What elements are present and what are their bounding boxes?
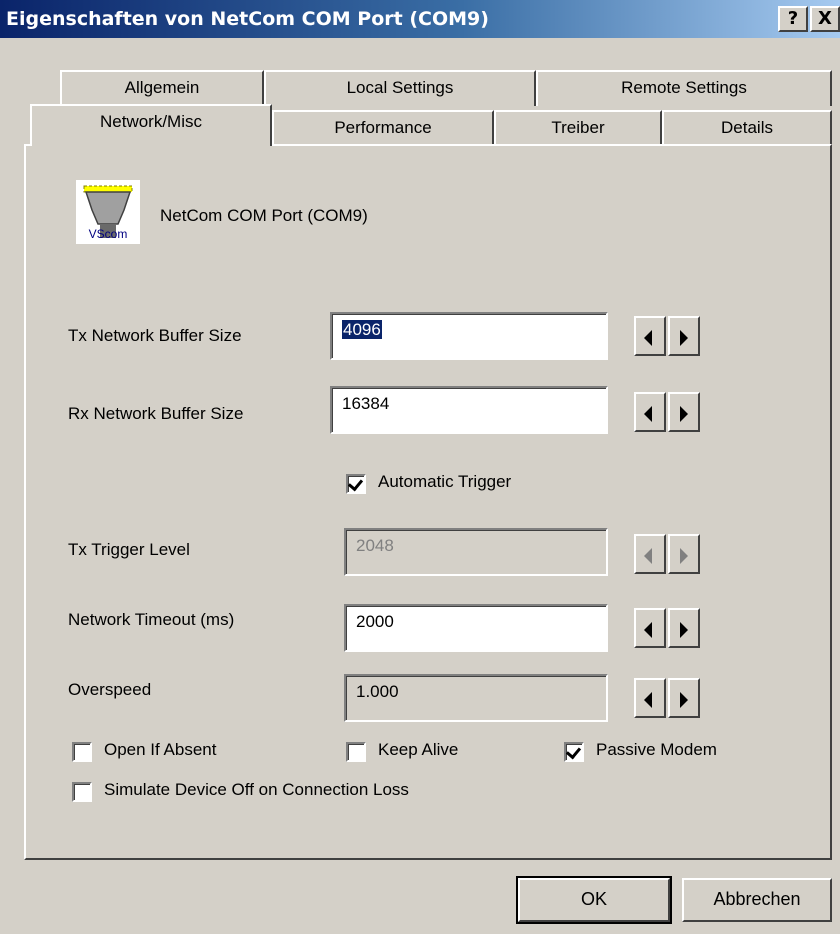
timeout-decrement[interactable] [634,608,666,648]
rx-buffer-decrement[interactable] [634,392,666,432]
tab-panel: VScom NetCom COM Port (COM9) Tx Network … [24,144,832,860]
overspeed-increment[interactable] [668,678,700,718]
open-if-absent-checkbox[interactable] [72,742,92,762]
arrow-right-icon [680,330,688,346]
checkmark-icon [347,475,364,492]
tx-trigger-decrement[interactable] [634,534,666,574]
tab-performance[interactable]: Performance [272,110,494,146]
tx-buffer-input[interactable]: 4096 [330,312,608,360]
arrow-left-icon [644,406,652,422]
arrow-right-icon [680,692,688,708]
tab-network-misc[interactable]: Network/Misc [30,104,272,146]
simulate-device-off-label: Simulate Device Off on Connection Loss [104,780,409,799]
arrow-right-icon [680,406,688,422]
tab-allgemein[interactable]: Allgemein [60,70,264,106]
tx-trigger-increment[interactable] [668,534,700,574]
help-button[interactable]: ? [778,6,808,32]
tab-treiber[interactable]: Treiber [494,110,662,146]
passive-modem-label: Passive Modem [596,740,717,759]
tx-trigger-input[interactable]: 2048 [344,528,608,576]
tab-remote-settings[interactable]: Remote Settings [536,70,832,106]
keep-alive-label: Keep Alive [378,740,459,759]
device-name: NetCom COM Port (COM9) [160,206,368,225]
window-title: Eigenschaften von NetCom COM Port (COM9) [6,8,489,30]
vscom-device-icon: VScom [76,180,140,244]
rx-buffer-label: Rx Network Buffer Size [68,404,244,423]
tab-details[interactable]: Details [662,110,832,146]
simulate-device-off-checkbox[interactable] [72,782,92,802]
tx-trigger-label: Tx Trigger Level [68,540,190,559]
overspeed-label: Overspeed [68,680,152,699]
tx-buffer-label: Tx Network Buffer Size [68,326,242,345]
arrow-left-icon [644,330,652,346]
arrow-left-icon [644,622,652,638]
timeout-label: Network Timeout (ms) [68,610,235,629]
tx-buffer-decrement[interactable] [634,316,666,356]
automatic-trigger-checkbox[interactable] [346,474,366,494]
tx-buffer-increment[interactable] [668,316,700,356]
keep-alive-checkbox[interactable] [346,742,366,762]
rx-buffer-input[interactable]: 16384 [330,386,608,434]
overspeed-decrement[interactable] [634,678,666,718]
cancel-button[interactable]: Abbrechen [682,878,832,922]
arrow-left-icon [644,548,652,564]
arrow-left-icon [644,692,652,708]
automatic-trigger-label: Automatic Trigger [378,472,512,491]
arrow-right-icon [680,548,688,564]
tx-buffer-value: 4096 [342,320,382,339]
arrow-right-icon [680,622,688,638]
passive-modem-checkbox[interactable] [564,742,584,762]
ok-button[interactable]: OK [516,876,672,924]
close-button[interactable]: X [810,6,840,32]
overspeed-input[interactable]: 1.000 [344,674,608,722]
timeout-increment[interactable] [668,608,700,648]
open-if-absent-label: Open If Absent [104,740,217,759]
rx-buffer-increment[interactable] [668,392,700,432]
tab-local-settings[interactable]: Local Settings [264,70,536,106]
vscom-icon-text: VScom [89,227,128,241]
checkmark-icon [565,743,582,760]
timeout-input[interactable]: 2000 [344,604,608,652]
